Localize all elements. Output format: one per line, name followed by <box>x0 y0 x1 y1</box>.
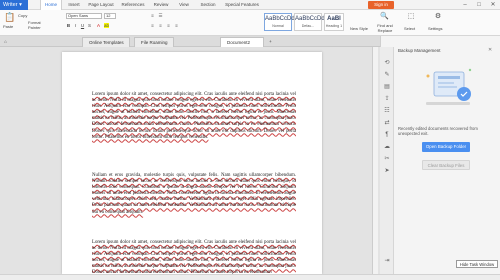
status-bar <box>0 274 500 280</box>
style-sample: AaBbCcDd <box>265 16 295 22</box>
settings-icon[interactable]: ⚙ <box>434 13 442 22</box>
tab-view[interactable]: View <box>174 0 194 10</box>
tab-special-features[interactable]: Special Features <box>222 0 262 10</box>
tab-review[interactable]: Review <box>150 0 172 10</box>
panel-close-icon[interactable]: ✕ <box>488 47 492 53</box>
font-color-icon[interactable]: A <box>96 23 101 28</box>
style-normal[interactable]: AaBbCcDd Normal <box>264 13 295 31</box>
title-bar: Writer ▾ Home Insert Page Layout Referen… <box>0 0 500 10</box>
font-name-select[interactable]: Open Sans <box>66 13 102 19</box>
cloud-icon[interactable]: ☁ <box>383 143 391 151</box>
tab-document2[interactable]: Document2 <box>220 37 264 47</box>
document-page[interactable]: Lorem ipsum dolor sit amet, consectetur … <box>62 52 322 277</box>
strikethrough-icon[interactable]: S <box>87 23 92 28</box>
bullets-icon[interactable]: ≡ <box>150 13 155 18</box>
backup-illustration <box>426 68 472 105</box>
clear-backup-files-button: Clear Backup Files <box>422 160 470 170</box>
send-icon[interactable]: ➤ <box>383 167 391 175</box>
bold-icon[interactable]: B <box>66 23 71 28</box>
maximize-icon[interactable]: □ <box>472 0 486 10</box>
style-caption: Heading 1 <box>325 24 343 28</box>
tab-references[interactable]: References <box>118 0 148 10</box>
panel-title: Backup Management <box>398 48 441 53</box>
select-label[interactable]: Select <box>404 26 415 31</box>
find-replace-label[interactable]: Find and Replace <box>372 23 398 33</box>
document-icon[interactable]: ▤ <box>383 83 391 91</box>
app-name: Writer <box>3 2 18 8</box>
tab-file-roaming[interactable]: File Roaming <box>134 37 174 47</box>
justify-icon[interactable]: ≡ <box>174 23 179 28</box>
paragraph-icon[interactable]: ¶ <box>383 131 391 139</box>
align-center-icon[interactable]: ≡ <box>158 23 163 28</box>
properties-icon[interactable]: ☷ <box>383 107 391 115</box>
new-style-label[interactable]: New Style <box>350 26 368 31</box>
tools-icon[interactable]: ✂ <box>383 155 391 163</box>
paragraph-3[interactable]: Lorem ipsum dolor sit amet, consectetur … <box>92 240 296 277</box>
home-icon[interactable]: ⌂ <box>3 39 8 44</box>
style-heading-1[interactable]: AaBl Heading 1 <box>324 13 344 31</box>
paste-label[interactable]: Paste <box>3 24 13 29</box>
minimize-icon[interactable]: – <box>458 0 472 10</box>
open-backup-folder-button[interactable]: Open Backup Folder <box>422 142 470 152</box>
share-icon[interactable]: ⇪ <box>383 95 391 103</box>
settings-label[interactable]: Settings <box>428 26 442 31</box>
ribbon: 📋 Paste Copy Format Painter Open Sans 12… <box>0 10 500 36</box>
paragraph-2[interactable]: Nullam et eros gravida, molestie turpis … <box>92 173 296 216</box>
style-caption: Normal <box>272 24 284 28</box>
backup-icon[interactable]: ⟲ <box>383 59 391 67</box>
italic-icon[interactable]: I <box>73 23 78 28</box>
tab-section[interactable]: Section <box>196 0 220 10</box>
paragraph-1[interactable]: Lorem ipsum dolor sit amet, consectetur … <box>92 92 296 141</box>
document-tab-bar: ⌂ Online Templates File Roaming Document… <box>0 36 380 47</box>
style-sample: AaBbCcDd <box>295 16 325 22</box>
copy-label[interactable]: Copy <box>18 13 27 18</box>
numbering-icon[interactable]: ☰ <box>158 13 163 18</box>
panel-description: Recently edited documents recovered from… <box>398 126 478 137</box>
style-default[interactable]: AaBbCcDd Defau... <box>294 13 325 31</box>
app-menu-button[interactable]: Writer ▾ <box>0 0 28 10</box>
sign-in-button[interactable]: Sign in <box>368 1 394 9</box>
select-icon[interactable]: ⬚ <box>407 13 415 22</box>
tooltip: Hide Task Window <box>456 260 498 268</box>
style-sample: AaBl <box>327 16 341 22</box>
close-icon[interactable]: ✕ <box>486 0 500 10</box>
tab-online-templates[interactable]: Online Templates <box>82 37 130 47</box>
align-right-icon[interactable]: ≡ <box>166 23 171 28</box>
task-pane-icon-strip: ⟲ ✎ ▤ ⇪ ☷ ⇄ ¶ ☁ ✂ ➤ ⇥ <box>380 47 394 274</box>
hide-task-window-icon[interactable]: ⇥ <box>383 257 391 265</box>
style-icon[interactable]: ✎ <box>383 71 391 79</box>
vertical-scrollbar[interactable] <box>372 47 378 274</box>
font-size-select[interactable]: 12 <box>104 13 116 19</box>
align-left-icon[interactable]: ≡ <box>150 23 155 28</box>
style-caption: Defau... <box>301 24 315 28</box>
underline-icon[interactable]: U <box>80 23 85 28</box>
format-painter-label[interactable]: Format Painter <box>28 20 48 30</box>
paste-icon[interactable]: 📋 <box>4 12 15 22</box>
find-replace-icon[interactable]: 🔍 <box>380 13 389 22</box>
highlight-icon[interactable]: ab <box>104 23 109 28</box>
tab-insert[interactable]: Insert <box>64 0 84 10</box>
new-tab-icon[interactable]: + <box>268 39 273 44</box>
tab-home[interactable]: Home <box>40 0 62 10</box>
tab-page-layout[interactable]: Page Layout <box>86 0 116 10</box>
translate-icon[interactable]: ⇄ <box>383 119 391 127</box>
